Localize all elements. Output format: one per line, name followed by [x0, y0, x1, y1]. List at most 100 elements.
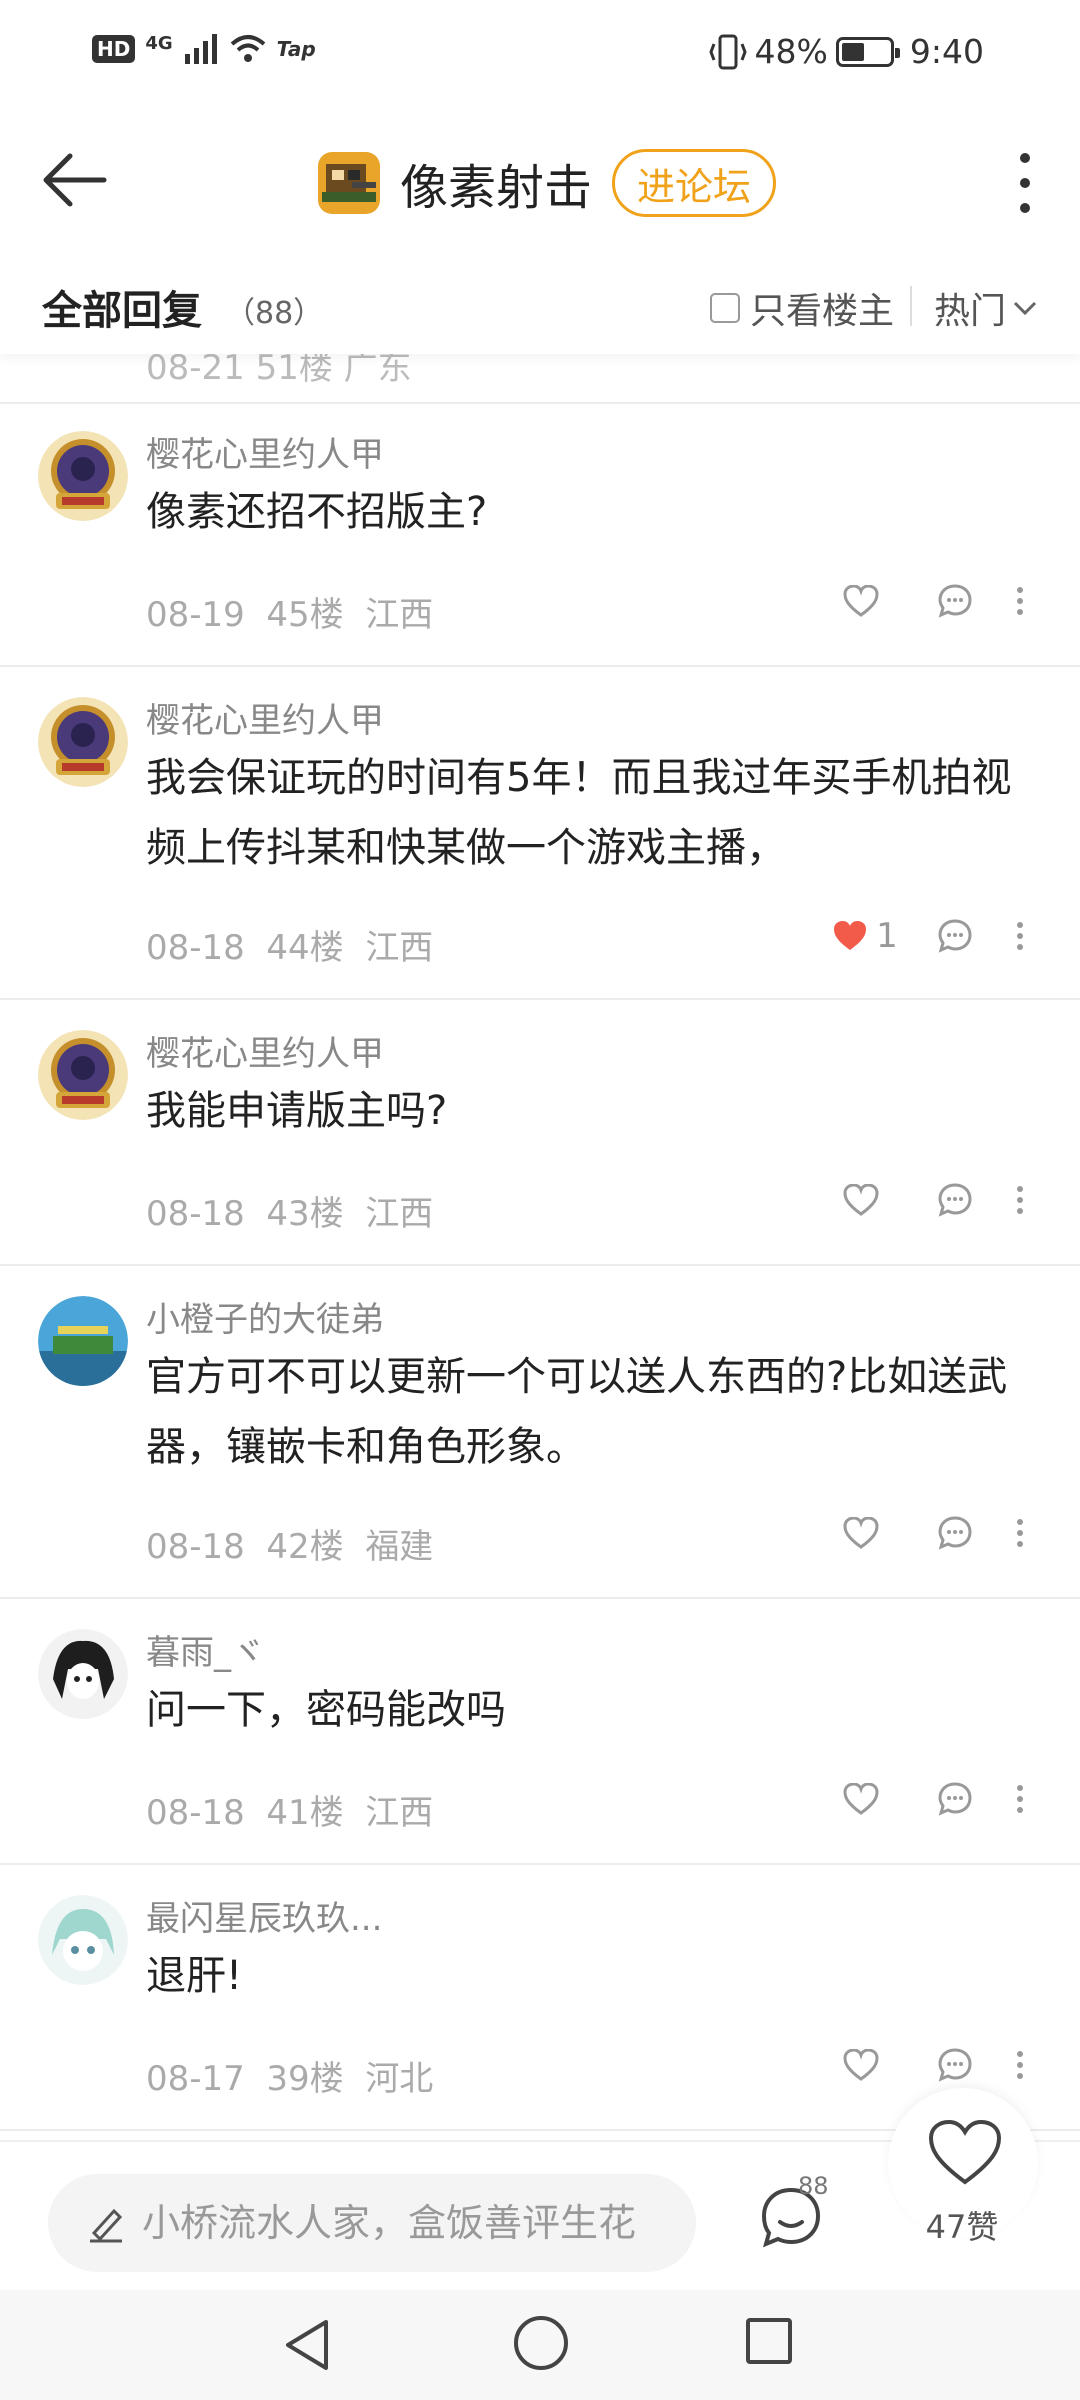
battery-level	[841, 42, 864, 61]
only-op-checkbox[interactable]	[710, 293, 740, 323]
game-icon[interactable]	[318, 152, 380, 214]
comment-more-button[interactable]	[1000, 586, 1040, 616]
comment-floor: 42楼	[266, 1527, 344, 1567]
enter-forum-button[interactable]: 进论坛	[612, 149, 777, 217]
comment-actions: 1	[820, 916, 1040, 956]
comment-actions	[820, 1781, 1040, 1817]
comment-more-button[interactable]	[1000, 1185, 1040, 1215]
comment-author[interactable]: 暮雨_ヾ	[146, 1625, 265, 1674]
nav-back-icon[interactable]	[282, 2318, 332, 2372]
comment-content[interactable]: 问一下，密码能改吗	[146, 1675, 1046, 1745]
comment-meta: 08-18 41楼 江西	[146, 1785, 433, 1834]
comment-more-button[interactable]	[1000, 1784, 1040, 1814]
comment-author[interactable]: 最闪星辰玖玖...	[146, 1891, 382, 1940]
avatar[interactable]	[38, 1296, 128, 1386]
comment-content[interactable]: 官方可不可以更新一个可以送人东西的?比如送武器，镶嵌卡和角色形象。	[146, 1342, 1046, 1482]
comment-like-button[interactable]	[820, 1783, 910, 1815]
signal-icon	[184, 34, 217, 64]
pencil-icon	[90, 2208, 123, 2243]
comment-content[interactable]: 像素还招不招版主?	[146, 477, 1046, 547]
back-arrow-icon	[43, 153, 107, 207]
comment-author[interactable]: 樱花心里约人甲	[146, 693, 384, 742]
comment-input[interactable]	[142, 2201, 682, 2245]
reply-bubble-icon	[938, 1782, 972, 1816]
comment-content[interactable]: 我能申请版主吗?	[146, 1076, 1046, 1146]
chevron-down-icon	[1013, 301, 1037, 316]
more-vertical-icon	[1017, 1186, 1023, 1214]
avatar[interactable]	[38, 1629, 128, 1719]
divider	[0, 665, 1080, 667]
comment-like-button[interactable]	[820, 585, 910, 617]
reply-bubble-icon	[938, 584, 972, 618]
comment-more-button[interactable]	[1000, 2050, 1040, 2080]
comment-item[interactable]: 樱花心里约人甲 我会保证玩的时间有5年！而且我过年买手机拍视频上传抖某和快某做一个…	[0, 669, 1080, 1000]
comment-more-button[interactable]	[1000, 921, 1040, 951]
comment-author[interactable]: 樱花心里约人甲	[146, 1026, 384, 1075]
like-button[interactable]	[925, 2118, 1005, 2188]
comment-meta: 08-17 39楼 河北	[146, 2051, 433, 2100]
comment-actions	[820, 1182, 1040, 1218]
comment-content[interactable]: 我会保证玩的时间有5年！而且我过年买手机拍视频上传抖某和快某做一个游戏主播，	[146, 743, 1046, 883]
more-vertical-icon	[1017, 1519, 1023, 1547]
comment-region: 江西	[365, 928, 434, 968]
sort-dropdown[interactable]: 热门	[934, 282, 1038, 334]
comment-item[interactable]: 最闪星辰玖玖... 退肝! 08-17 39楼 河北	[0, 1867, 1080, 2131]
heart-outline-icon	[843, 2049, 879, 2081]
comment-floor: 43楼	[266, 1194, 344, 1234]
avatar[interactable]	[38, 1895, 128, 1985]
page-title: 像素射击	[400, 160, 593, 216]
comment-item[interactable]: 暮雨_ヾ 问一下，密码能改吗 08-18 41楼 江西	[0, 1601, 1080, 1865]
divider	[0, 1264, 1080, 1266]
comment-reply-button[interactable]	[910, 583, 1000, 619]
comment-like-button[interactable]	[820, 1517, 910, 1549]
comment-content[interactable]: 退肝!	[146, 1941, 1046, 2011]
avatar[interactable]	[38, 1030, 128, 1120]
comment-reply-button[interactable]	[910, 1781, 1000, 1817]
more-options-button[interactable]	[1000, 148, 1050, 218]
comment-meta: 08-18 44楼 江西	[146, 920, 433, 969]
comment-region: 江西	[365, 595, 434, 635]
comment-region: 福建	[365, 1527, 434, 1567]
comment-floor: 39楼	[266, 2059, 344, 2099]
sort-label: 热门	[934, 291, 1007, 332]
comment-actions	[820, 1515, 1040, 1551]
comment-like-button[interactable]	[820, 1184, 910, 1216]
comment-date: 08-19	[146, 595, 245, 635]
comment-item[interactable]: 樱花心里约人甲 我能申请版主吗? 08-18 43楼 江西	[0, 1002, 1080, 1266]
heart-filled-icon	[834, 921, 867, 950]
back-button[interactable]	[40, 148, 120, 212]
heart-outline-icon	[843, 1783, 879, 1815]
comment-reply-button[interactable]	[910, 918, 1000, 954]
separator	[910, 286, 912, 326]
comment-reply-button[interactable]	[910, 1182, 1000, 1218]
comment-author[interactable]: 樱花心里约人甲	[146, 427, 384, 476]
avatar[interactable]	[38, 697, 128, 787]
nav-recent-icon[interactable]	[746, 2318, 792, 2364]
comment-item[interactable]: 小橙子的大徒弟 官方可不可以更新一个可以送人东西的?比如送武器，镶嵌卡和角色形象。…	[0, 1268, 1080, 1599]
comment-item[interactable]: 樱花心里约人甲 像素还招不招版主? 08-19 45楼 江西	[0, 403, 1080, 667]
avatar[interactable]	[38, 431, 128, 521]
comment-meta: 08-19 45楼 江西	[146, 587, 433, 636]
heart-outline-icon	[843, 1184, 879, 1216]
comment-floor: 44楼	[266, 928, 344, 968]
heart-outline-icon	[843, 1517, 879, 1549]
like-count: 47赞	[925, 2208, 999, 2246]
reply-header-bar: 全部回复 （88） 只看楼主 热门	[0, 258, 1080, 354]
divider	[0, 1597, 1080, 1599]
reply-bubble-icon	[938, 1183, 972, 1217]
comment-more-button[interactable]	[1000, 1518, 1040, 1548]
reply-bubble-icon	[938, 919, 972, 953]
comment-input-box[interactable]	[48, 2174, 696, 2272]
comment-reply-button[interactable]	[910, 1515, 1000, 1551]
comment-date: 08-18	[146, 1527, 245, 1567]
comment-like-button[interactable]	[820, 2049, 910, 2081]
comment-reply-button[interactable]	[910, 2047, 1000, 2083]
comment-like-count: 1	[876, 916, 898, 956]
comment-like-button[interactable]: 1	[820, 916, 910, 956]
comment-author[interactable]: 小橙子的大徒弟	[146, 1292, 384, 1341]
comment-actions	[820, 583, 1040, 619]
only-op-toggle[interactable]: 只看楼主	[710, 282, 894, 334]
all-replies-title: 全部回复	[42, 288, 202, 334]
reply-count: （88）	[225, 296, 324, 331]
nav-home-icon[interactable]	[514, 2316, 568, 2370]
